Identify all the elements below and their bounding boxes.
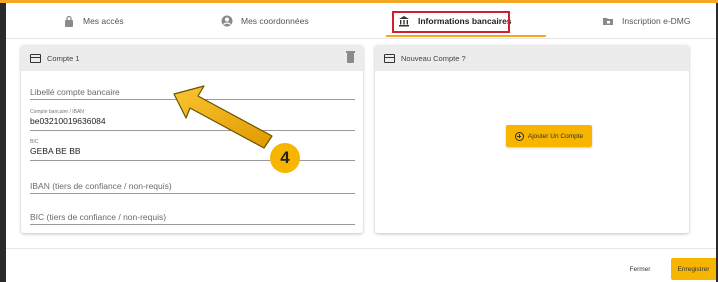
- plus-circle-icon: [514, 131, 524, 141]
- tab-label: Inscription e-DMG: [622, 16, 691, 26]
- add-account-button[interactable]: Ajouter Un Compte: [506, 125, 592, 147]
- card-title: Compte 1: [47, 53, 80, 63]
- user-circle-icon: [221, 15, 233, 27]
- annotation-arrow: [173, 85, 273, 149]
- card-header: Compte 1: [21, 45, 363, 71]
- iban-tiers-field[interactable]: IBAN (tiers de confiance / non-requis): [30, 181, 355, 194]
- card-header: Nouveau Compte ?: [375, 45, 689, 71]
- tab-label: Mes accès: [83, 16, 124, 26]
- folder-icon: [603, 18, 613, 25]
- step-badge: 4: [270, 143, 300, 173]
- tab-bar: Mes accès Mes coordonnées Informations b…: [6, 3, 716, 39]
- active-tab-underline: [386, 35, 546, 37]
- add-account-label: Ajouter Un Compte: [527, 132, 584, 140]
- credit-card-icon: [384, 53, 395, 63]
- active-tab-highlight-box: [392, 11, 510, 33]
- tab-mes-acces[interactable]: Mes accès: [63, 3, 124, 39]
- tab-bar-divider: [6, 38, 716, 39]
- footer-divider: [6, 248, 716, 249]
- card-title: Nouveau Compte ?: [401, 53, 466, 63]
- tab-inscription-edmg[interactable]: Inscription e-DMG: [602, 3, 691, 39]
- lock-icon: [65, 15, 73, 27]
- iban-tiers-placeholder: IBAN (tiers de confiance / non-requis): [30, 181, 172, 191]
- save-button[interactable]: Enregistrer: [671, 258, 716, 280]
- left-frame-border: [0, 3, 6, 282]
- trash-icon[interactable]: [346, 51, 355, 63]
- new-account-card: Nouveau Compte ? Ajouter Un Compte: [375, 45, 689, 233]
- bic-tiers-field[interactable]: BIC (tiers de confiance / non-requis): [30, 212, 355, 225]
- tab-label: Mes coordonnées: [241, 16, 309, 26]
- close-button[interactable]: Fermer: [616, 259, 664, 279]
- credit-card-icon: [30, 53, 41, 63]
- bic-tiers-placeholder: BIC (tiers de confiance / non-requis): [30, 212, 167, 222]
- tab-mes-coordonnees[interactable]: Mes coordonnées: [221, 3, 309, 39]
